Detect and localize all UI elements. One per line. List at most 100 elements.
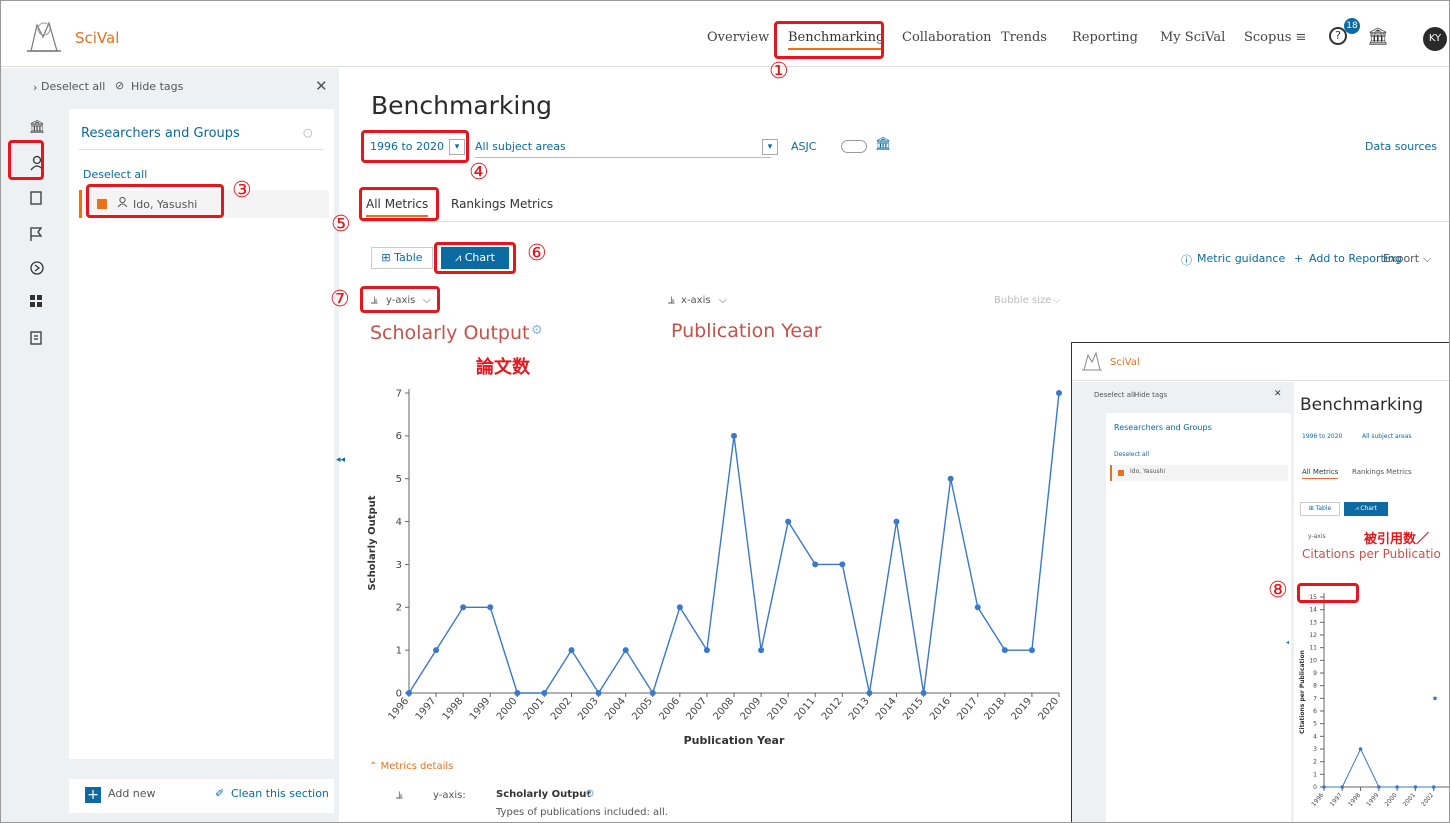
nav-overview[interactable]: Overview [707, 30, 769, 45]
y-metric-title: Scholarly Output [370, 322, 530, 344]
annotation-number-6: ⑥ [527, 241, 547, 266]
metric-guidance-link[interactable]: Metric guidance [1197, 252, 1285, 265]
grid-icon[interactable] [29, 294, 49, 312]
x-tick-label: 2011 [793, 696, 818, 723]
data-point [703, 647, 710, 654]
inset-close-icon: ✕ [1274, 389, 1282, 399]
inset-deselect-all-top: Deselect all [1094, 391, 1135, 399]
inset-y-metric-title: Citations per Publicatio [1302, 547, 1441, 561]
chevron-down-icon[interactable]: ⌵ [719, 295, 727, 306]
chevron-right-icon[interactable]: › [33, 81, 37, 94]
y-tick-label: 3 [1313, 746, 1317, 753]
tab-rankings-metrics[interactable]: Rankings Metrics [451, 197, 553, 211]
data-point [758, 647, 765, 654]
top-bar: SciVal Overview Benchmarking Collaborati… [1, 1, 1449, 67]
search-icon[interactable]: ○ [303, 126, 313, 139]
brand-name[interactable]: SciVal [75, 29, 119, 47]
x-tick-label: 2014 [874, 696, 899, 723]
topic-icon[interactable] [29, 260, 49, 278]
chevron-down-icon[interactable]: ⌵ [1423, 252, 1431, 266]
y-tick-label: 4 [396, 517, 402, 528]
x-tick-label: 2016 [928, 696, 953, 723]
y-tick-label: 11 [1309, 645, 1317, 652]
x-axis-icon: ⫡ [668, 295, 675, 306]
country-flag-icon[interactable] [29, 226, 49, 244]
divider [475, 157, 771, 158]
bubble-size-select[interactable]: Bubble size [994, 295, 1051, 306]
table-view-button[interactable]: ⊞ Table [371, 247, 433, 269]
table-icon: ⊞ [381, 251, 391, 264]
x-tick-label: 2017 [955, 696, 980, 723]
nav-scopus[interactable]: Scopus ≡ [1244, 30, 1306, 45]
nav-reporting[interactable]: Reporting [1072, 30, 1138, 45]
x-tick-label: 2009 [739, 696, 764, 723]
inset-tab-rankings: Rankings Metrics [1352, 468, 1412, 476]
deselect-all-top[interactable]: Deselect all [41, 80, 105, 93]
metrics-details-toggle[interactable]: ⌃ Metrics details [369, 761, 453, 772]
detail-axis-label: y-axis: [433, 790, 466, 801]
x-axis-select[interactable]: x-axis [681, 295, 711, 306]
document-icon[interactable] [29, 330, 49, 348]
gear-icon[interactable]: ⚙ [531, 323, 543, 338]
inset-year-range: 1996 to 2020 [1302, 433, 1343, 440]
info-icon[interactable]: ⓘ [1181, 252, 1192, 268]
y-tick-label: 5 [1313, 721, 1317, 728]
scholarly-output-chart: 012345671996 1997 1998 1999 2000 2001 2002 2003… [367, 388, 1062, 747]
add-icon[interactable]: + [85, 787, 101, 803]
nav-my-scival[interactable]: My SciVal [1160, 30, 1225, 45]
avatar[interactable]: KY [1423, 27, 1447, 51]
x-tick-label: 2018 [982, 696, 1007, 723]
data-sources-link[interactable]: Data sources [1365, 140, 1437, 153]
x-tick-label: 2000 [1383, 792, 1398, 808]
y-tick-label: 1 [396, 645, 402, 656]
data-point [1431, 785, 1436, 789]
nav-collaboration[interactable]: Collaboration [902, 30, 992, 45]
x-tick-label: 1997 [1329, 792, 1344, 808]
add-new-button[interactable]: Add new [108, 787, 156, 800]
deselect-all-link[interactable]: Deselect all [83, 168, 147, 181]
chevron-down-icon[interactable]: ⌵ [1053, 295, 1061, 306]
y-tick-label: 9 [1313, 670, 1317, 677]
clean-section-link[interactable]: Clean this section [231, 787, 329, 800]
y-tick-label: 4 [1313, 733, 1317, 740]
x-metric-title: Publication Year [671, 320, 822, 342]
collapse-arrow-icon[interactable]: ◂◂ [336, 455, 345, 465]
chevron-down-icon[interactable]: ▾ [762, 139, 778, 155]
data-point [595, 690, 602, 696]
inset-collapse-icon: ◂ [1286, 639, 1290, 646]
data-point [1340, 785, 1345, 789]
data-point [785, 518, 792, 525]
institution-icon[interactable]: 🏛 [29, 120, 49, 138]
close-icon[interactable]: ✕ [315, 77, 328, 95]
gear-icon[interactable]: ⚙ [585, 787, 595, 800]
x-tick-label: 1997 [414, 696, 439, 723]
inset-hide-tags: Hide tags [1134, 391, 1168, 399]
x-tick-label: 2015 [901, 696, 926, 723]
y-axis-icon: ⫡ [396, 790, 403, 801]
asjc-toggle[interactable] [841, 140, 867, 153]
data-point [731, 432, 737, 439]
data-point [893, 518, 900, 525]
x-tick-label: 2002 [549, 696, 574, 723]
plus-icon[interactable]: + [1294, 252, 1303, 265]
annotation-number-1: ① [769, 59, 789, 84]
inset-researcher-name: Ido, Yasushi [1130, 468, 1166, 475]
publication-icon[interactable] [29, 190, 49, 208]
institution-icon[interactable]: 🏛 [1367, 27, 1389, 47]
subject-areas-select[interactable]: All subject areas [475, 140, 566, 153]
broom-icon[interactable]: ✐ [215, 787, 224, 800]
data-point [1395, 785, 1399, 789]
y-axis-title: Scholarly Output [367, 495, 378, 590]
institution-icon[interactable]: 🏛 [875, 137, 892, 152]
hide-tags-link[interactable]: Hide tags [131, 80, 183, 93]
x-tick-label: 2001 [522, 696, 547, 723]
annotation-box-2 [8, 140, 44, 180]
y-axis-title: Citations per Publication [1299, 650, 1306, 734]
nav-trends[interactable]: Trends [1001, 30, 1047, 45]
annotation-number-5: ⑤ [331, 212, 351, 237]
export-menu[interactable]: Export [1383, 252, 1419, 265]
data-point [622, 647, 629, 654]
x-tick-label: 2004 [603, 696, 628, 723]
y-tick-label: 13 [1309, 619, 1317, 626]
x-axis-title: Publication Year [684, 734, 785, 747]
